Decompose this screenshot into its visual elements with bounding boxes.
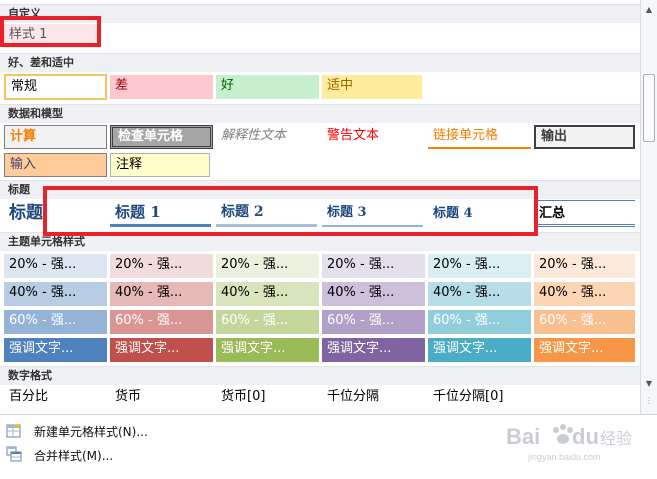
svg-text:du: du bbox=[572, 424, 599, 449]
style-60-accent-3[interactable]: 60% - 强... bbox=[216, 310, 319, 334]
style-check-cell[interactable]: 检查单元格 bbox=[110, 125, 213, 149]
merge-styles-label: 合并样式(M)... bbox=[34, 449, 114, 463]
style-20-accent-4[interactable]: 20% - 强... bbox=[322, 254, 425, 278]
gallery-scrollbar[interactable]: ▲ ▼ ⋮ bbox=[640, 0, 657, 414]
style-40-accent-1[interactable]: 40% - 强... bbox=[4, 282, 107, 306]
style-bad[interactable]: 差 bbox=[110, 75, 213, 99]
style-accent-6[interactable]: 强调文字... bbox=[534, 338, 635, 362]
style-20-accent-5[interactable]: 20% - 强... bbox=[428, 254, 531, 278]
style-40-accent-6[interactable]: 40% - 强... bbox=[534, 282, 635, 306]
new-cell-style-icon bbox=[6, 423, 21, 438]
style-explanatory-text[interactable]: 解释性文本 bbox=[216, 125, 319, 149]
section-good-bad-neutral: 好、差和适中 bbox=[0, 53, 640, 72]
scroll-thumb[interactable] bbox=[643, 74, 655, 142]
style-40-accent-5[interactable]: 40% - 强... bbox=[428, 282, 531, 306]
section-number-format: 数字格式 bbox=[0, 366, 640, 385]
style-input[interactable]: 输入 bbox=[4, 153, 107, 177]
style-accent-1[interactable]: 强调文字... bbox=[4, 338, 107, 362]
style-60-accent-6[interactable]: 60% - 强... bbox=[534, 310, 635, 334]
new-cell-style-label: 新建单元格样式(N)... bbox=[34, 425, 148, 439]
baidu-paw-logo-icon: Bai du 经验 bbox=[506, 424, 632, 449]
baidu-watermark: Bai du 经验 jingyan.baidu.com bbox=[506, 418, 646, 468]
style-40-accent-2[interactable]: 40% - 强... bbox=[110, 282, 213, 306]
style-calculation[interactable]: 计算 bbox=[4, 125, 107, 149]
style-currency-0[interactable]: 货币[0] bbox=[216, 386, 319, 410]
style-20-accent-2[interactable]: 20% - 强... bbox=[110, 254, 213, 278]
style-60-accent-2[interactable]: 60% - 强... bbox=[110, 310, 213, 334]
merge-styles-icon bbox=[6, 446, 22, 462]
resize-grip-icon[interactable]: ⋮ bbox=[645, 396, 653, 405]
style-accent-2[interactable]: 强调文字... bbox=[110, 338, 213, 362]
svg-text:Bai: Bai bbox=[506, 424, 540, 449]
style-normal[interactable]: 常规 bbox=[4, 74, 107, 100]
style-60-accent-1[interactable]: 60% - 强... bbox=[4, 310, 107, 334]
style-accent-5[interactable]: 强调文字... bbox=[428, 338, 531, 362]
style-accent-3[interactable]: 强调文字... bbox=[216, 338, 319, 362]
style-comma[interactable]: 千位分隔 bbox=[322, 386, 425, 410]
svg-text:经验: 经验 bbox=[600, 429, 632, 448]
style-percent[interactable]: 百分比 bbox=[4, 386, 107, 410]
style-output[interactable]: 输出 bbox=[534, 125, 635, 149]
style-20-accent-3[interactable]: 20% - 强... bbox=[216, 254, 319, 278]
style-40-accent-3[interactable]: 40% - 强... bbox=[216, 282, 319, 306]
style-60-accent-4[interactable]: 60% - 强... bbox=[322, 310, 425, 334]
style-note[interactable]: 注释 bbox=[110, 153, 210, 177]
style-warning-text[interactable]: 警告文本 bbox=[322, 125, 425, 149]
style-good[interactable]: 好 bbox=[216, 75, 319, 99]
style-20-accent-1[interactable]: 20% - 强... bbox=[4, 254, 107, 278]
annotation-box-custom-style bbox=[0, 16, 101, 47]
scroll-down-arrow-icon[interactable]: ▼ bbox=[641, 376, 657, 392]
style-linked-cell[interactable]: 链接单元格 bbox=[428, 125, 531, 149]
annotation-box-headings bbox=[43, 186, 538, 236]
style-20-accent-6[interactable]: 20% - 强... bbox=[534, 254, 635, 278]
style-40-accent-4[interactable]: 40% - 强... bbox=[322, 282, 425, 306]
watermark-url: jingyan.baidu.com bbox=[528, 452, 601, 462]
section-data-model: 数据和模型 bbox=[0, 104, 640, 123]
style-total[interactable]: 汇总 bbox=[534, 200, 635, 227]
style-currency[interactable]: 货币 bbox=[110, 386, 213, 410]
style-neutral[interactable]: 适中 bbox=[322, 75, 422, 99]
scroll-up-arrow-icon[interactable]: ▲ bbox=[641, 2, 657, 18]
style-comma-0[interactable]: 千位分隔[0] bbox=[428, 386, 531, 410]
style-accent-4[interactable]: 强调文字... bbox=[322, 338, 425, 362]
style-60-accent-5[interactable]: 60% - 强... bbox=[428, 310, 531, 334]
